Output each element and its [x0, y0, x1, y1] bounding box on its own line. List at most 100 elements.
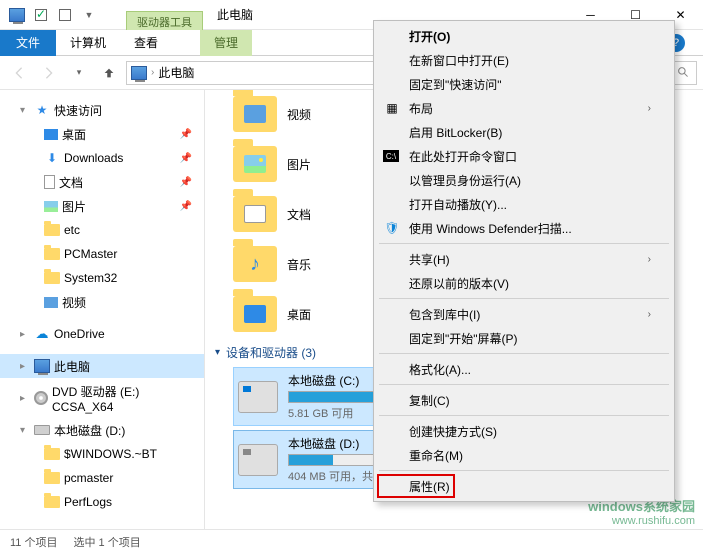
qat-dropdown-icon[interactable]: ▼: [78, 4, 100, 26]
ctx-open[interactable]: 打开(O): [377, 24, 671, 48]
tab-view[interactable]: 查看: [120, 30, 172, 56]
pin-icon: 📌: [180, 153, 192, 164]
folder-label: 桌面: [287, 306, 311, 323]
sidebar-item-label: $WINDOWS.~BT: [64, 447, 157, 461]
submenu-arrow-icon: ›: [648, 103, 651, 114]
sidebar-item-desktop[interactable]: 桌面 📌: [0, 122, 204, 146]
context-menu: 打开(O) 在新窗口中打开(E) 固定到"快速访问" ▦ 布局 › 启用 Bit…: [373, 20, 675, 502]
watermark-url: www.rushifu.com: [612, 515, 695, 527]
sidebar-item-documents[interactable]: 文档 📌: [0, 170, 204, 194]
separator: [379, 243, 669, 244]
chevron-down-icon: ▾: [20, 425, 30, 436]
sidebar-item-label: 文档: [59, 174, 83, 191]
section-label: 设备和驱动器 (3): [226, 344, 316, 361]
qat-properties-icon[interactable]: [30, 4, 52, 26]
ctx-defender-scan[interactable]: 🛡 使用 Windows Defender扫描...: [377, 216, 671, 240]
sidebar-item-perflogs[interactable]: PerfLogs: [0, 490, 204, 514]
shield-icon: 🛡: [383, 219, 401, 237]
up-button[interactable]: [96, 60, 122, 86]
qat-new-folder-icon[interactable]: [54, 4, 76, 26]
sidebar-item-label: 此电脑: [54, 358, 90, 375]
disk-icon: [238, 381, 278, 413]
breadcrumb-location[interactable]: 此电脑: [158, 64, 194, 81]
sidebar-dvd-drive[interactable]: ▸ DVD 驱动器 (E:) CCSA_X64: [0, 386, 204, 410]
folder-icon: [44, 248, 60, 260]
sidebar-item-pictures[interactable]: 图片 📌: [0, 194, 204, 218]
tab-computer[interactable]: 计算机: [56, 30, 120, 56]
ctx-format[interactable]: 格式化(A)...: [377, 357, 671, 381]
sidebar-item-label: etc: [64, 223, 80, 237]
sidebar-item-label: Downloads: [64, 151, 123, 165]
ctx-rename[interactable]: 重命名(M): [377, 443, 671, 467]
layout-icon: ▦: [383, 99, 401, 117]
folder-icon: ♪: [233, 246, 277, 282]
ctx-copy[interactable]: 复制(C): [377, 388, 671, 412]
chevron-down-icon: ▾: [20, 105, 30, 116]
documents-icon: [44, 175, 55, 189]
disk-icon: [34, 425, 50, 435]
sidebar-item-downloads[interactable]: ⬇ Downloads 📌: [0, 146, 204, 170]
cmd-icon: C:\: [383, 150, 399, 162]
sidebar-item-label: 视频: [62, 294, 86, 311]
status-selection: 选中 1 个项目: [73, 534, 140, 550]
separator: [379, 353, 669, 354]
ctx-pin-start[interactable]: 固定到"开始"屏幕(P): [377, 326, 671, 350]
sidebar-item-label: PerfLogs: [64, 495, 112, 509]
tab-manage[interactable]: 管理: [200, 30, 252, 56]
pin-icon: 📌: [180, 129, 192, 140]
folder-icon: [44, 496, 60, 508]
sidebar-item-label: 快速访问: [54, 102, 102, 119]
recent-dropdown-icon[interactable]: ▾: [66, 60, 92, 86]
ctx-run-as-admin[interactable]: 以管理员身份运行(A): [377, 168, 671, 192]
sidebar-local-disk-d[interactable]: ▾ 本地磁盘 (D:): [0, 418, 204, 442]
video-icon: [44, 297, 58, 308]
chevron-right-icon: ▸: [20, 361, 30, 372]
sidebar-onedrive[interactable]: ▸ ☁ OneDrive: [0, 322, 204, 346]
ctx-open-new-window[interactable]: 在新窗口中打开(E): [377, 48, 671, 72]
ctx-bitlocker[interactable]: 启用 BitLocker(B): [377, 120, 671, 144]
file-tab[interactable]: 文件: [0, 30, 56, 56]
back-button[interactable]: [6, 60, 32, 86]
drive-tools-label: 驱动器工具: [126, 11, 203, 30]
sidebar-item-system32[interactable]: System32: [0, 266, 204, 290]
desktop-icon: [44, 129, 58, 140]
sidebar-item-windowsbt[interactable]: $WINDOWS.~BT: [0, 442, 204, 466]
sidebar-item-etc[interactable]: etc: [0, 218, 204, 242]
ctx-properties[interactable]: 属性(R): [377, 474, 671, 498]
ctx-previous-versions[interactable]: 还原以前的版本(V): [377, 271, 671, 295]
chevron-down-icon: ▾: [215, 347, 220, 358]
sidebar-item-pcmaster[interactable]: PCMaster: [0, 242, 204, 266]
folder-icon: [44, 272, 60, 284]
folder-icon: [44, 224, 60, 236]
submenu-arrow-icon: ›: [648, 309, 651, 320]
ctx-share[interactable]: 共享(H) ›: [377, 247, 671, 271]
cloud-icon: ☁: [34, 326, 50, 342]
contextual-tab-group: 驱动器工具: [126, 0, 203, 30]
sidebar-quick-access[interactable]: ▾ ★ 快速访问: [0, 98, 204, 122]
quick-access-toolbar: ▼: [0, 4, 106, 26]
ctx-autoplay[interactable]: 打开自动播放(Y)...: [377, 192, 671, 216]
ctx-pin-quick-access[interactable]: 固定到"快速访问": [377, 72, 671, 96]
app-icon[interactable]: [6, 4, 28, 26]
separator: [379, 415, 669, 416]
ctx-open-cmd[interactable]: C:\ 在此处打开命令窗口: [377, 144, 671, 168]
sidebar-this-pc[interactable]: ▸ 此电脑: [0, 354, 204, 378]
sidebar-item-videos[interactable]: 视频: [0, 290, 204, 314]
pin-icon: 📌: [180, 201, 192, 212]
folder-icon: [233, 296, 277, 332]
pictures-icon: [44, 201, 58, 212]
folder-label: 文档: [287, 206, 311, 223]
sidebar-item-label: DVD 驱动器 (E:) CCSA_X64: [52, 383, 204, 414]
status-item-count: 11 个项目: [10, 534, 57, 550]
ctx-create-shortcut[interactable]: 创建快捷方式(S): [377, 419, 671, 443]
sidebar-item-pcmaster2[interactable]: pcmaster: [0, 466, 204, 490]
downloads-icon: ⬇: [44, 150, 60, 166]
submenu-arrow-icon: ›: [648, 254, 651, 265]
forward-button[interactable]: [36, 60, 62, 86]
sidebar-item-label: pcmaster: [64, 471, 113, 485]
ctx-layout[interactable]: ▦ 布局 ›: [377, 96, 671, 120]
ctx-include-library[interactable]: 包含到库中(I) ›: [377, 302, 671, 326]
folder-icon: [233, 146, 277, 182]
folder-icon: [233, 96, 277, 132]
folder-icon: [233, 196, 277, 232]
